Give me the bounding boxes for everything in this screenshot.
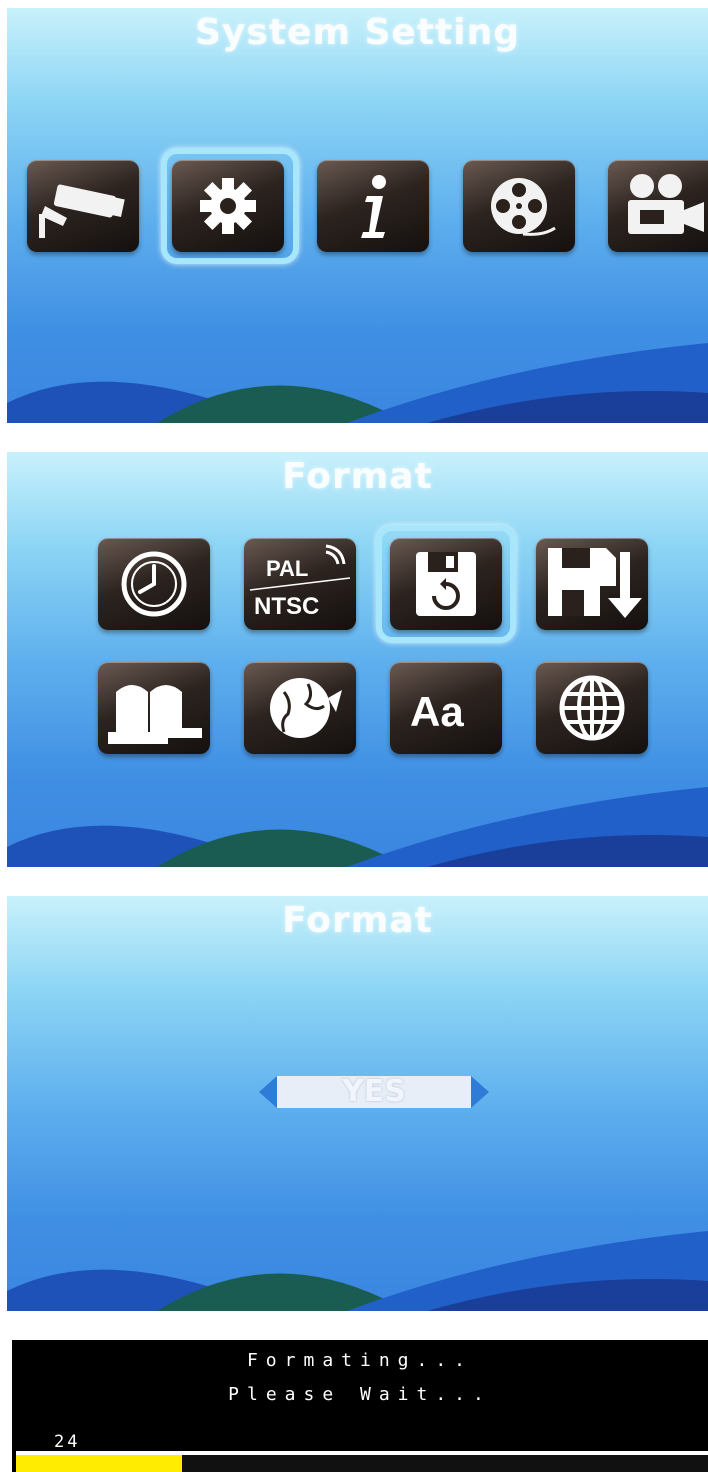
world-map-icon[interactable] — [244, 662, 356, 754]
hills-decoration — [7, 1231, 708, 1311]
option-selector[interactable]: YES — [259, 1076, 489, 1108]
movie-camera-icon[interactable] — [608, 160, 708, 252]
ntsc-label: NTSC — [254, 593, 319, 620]
system-setting-screen: System Setting — [7, 8, 708, 423]
storage-icon[interactable] — [98, 662, 210, 754]
camera-icon[interactable] — [27, 160, 139, 252]
please-wait-message: Please Wait... — [228, 1384, 492, 1405]
screen-title: System Setting — [195, 12, 520, 53]
option-value: YES — [342, 1074, 406, 1109]
format-menu-screen: Format PAL NTSC Aa — [7, 452, 708, 867]
screen-title: Format — [282, 456, 433, 497]
hills-decoration — [7, 787, 708, 867]
clock-icon[interactable] — [98, 538, 210, 630]
pal-label: PAL — [266, 556, 308, 581]
info-icon[interactable] — [317, 160, 429, 252]
font-size-label: Aa — [410, 688, 464, 735]
gear-icon[interactable] — [172, 160, 284, 252]
floppy-format-icon[interactable] — [390, 538, 502, 630]
progress-bar — [16, 1451, 708, 1472]
formatting-message: Formating... — [246, 1350, 474, 1371]
progress-fill — [16, 1455, 183, 1472]
pal-ntsc-icon[interactable]: PAL NTSC — [244, 538, 356, 630]
floppy-download-icon[interactable] — [536, 538, 648, 630]
hills-decoration — [7, 343, 708, 423]
screen-title: Format — [282, 900, 433, 941]
film-reel-icon[interactable] — [463, 160, 575, 252]
formatting-screen: Formating... Please Wait... 24 — [12, 1340, 708, 1472]
font-size-icon[interactable]: Aa — [390, 662, 502, 754]
progress-value: 24 — [54, 1432, 81, 1452]
globe-icon[interactable] — [536, 662, 648, 754]
arrow-right-icon[interactable] — [471, 1076, 489, 1108]
format-confirm-screen: Format YES — [7, 896, 708, 1311]
